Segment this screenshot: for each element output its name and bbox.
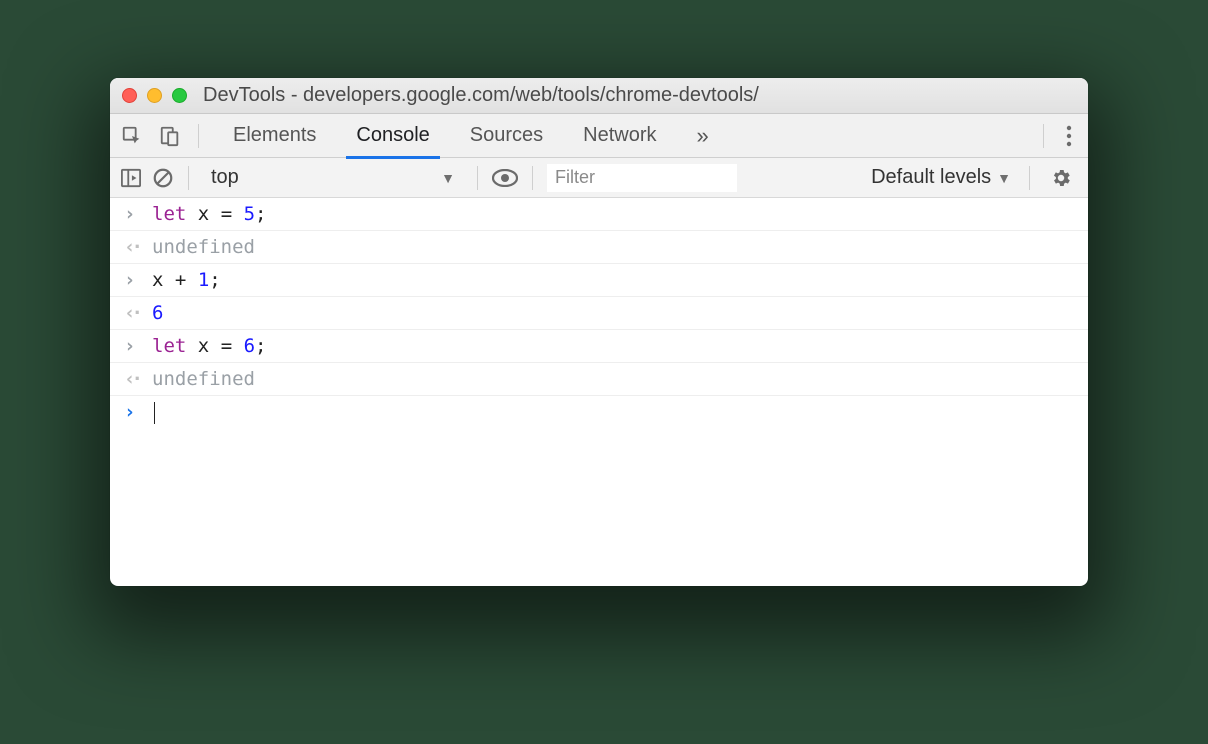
code-token: = (221, 203, 232, 225)
output-marker-icon: ‹· (124, 368, 142, 390)
code-token: let (152, 203, 186, 225)
input-marker-icon: › (124, 203, 142, 225)
log-levels-select[interactable]: Default levels ▼ (871, 166, 1011, 189)
console-input-code: x + 1; (152, 269, 221, 291)
zoom-window-button[interactable] (172, 88, 187, 103)
code-token: ; (255, 335, 266, 357)
inspect-element-icon[interactable] (118, 122, 146, 150)
code-token: ; (255, 203, 266, 225)
dropdown-triangle-icon: ▼ (441, 170, 455, 186)
console-output-row: ‹· 6 (110, 297, 1088, 330)
console-output-row: ‹· undefined (110, 363, 1088, 396)
console-result-value: 6 (152, 302, 163, 324)
console-input-code: let x = 6; (152, 335, 267, 357)
devtools-toolbar: ElementsConsoleSourcesNetwork » (110, 114, 1088, 158)
code-token: 1 (198, 269, 209, 291)
filter-input[interactable] (555, 167, 729, 188)
input-marker-icon: › (124, 269, 142, 291)
divider (1043, 124, 1044, 148)
console-output-value: undefined (152, 368, 255, 390)
code-token: 6 (244, 335, 255, 357)
code-token: ; (209, 269, 220, 291)
console-prompt-input[interactable] (152, 401, 155, 424)
tab-sources[interactable]: Sources (450, 114, 563, 158)
clear-console-icon[interactable] (152, 167, 174, 189)
console-input-row: › let x = 6; (110, 330, 1088, 363)
code-token (209, 203, 220, 225)
divider (532, 166, 533, 190)
console-output[interactable]: › let x = 5; ‹· undefined › x + 1; ‹· 6 › let x =… (110, 198, 1088, 586)
live-expression-icon[interactable] (492, 169, 518, 187)
console-result-value: undefined (152, 236, 255, 258)
output-marker-icon: ‹· (124, 236, 142, 258)
settings-menu-button[interactable] (1058, 125, 1080, 147)
code-token (163, 269, 174, 291)
log-levels-label: Default levels (871, 166, 991, 189)
console-result-value: undefined (152, 368, 255, 390)
console-input-code: let x = 5; (152, 203, 267, 225)
code-token: 5 (244, 203, 255, 225)
code-token (232, 203, 243, 225)
code-token (186, 335, 197, 357)
code-token (209, 335, 220, 357)
console-input-row: › let x = 5; (110, 198, 1088, 231)
dropdown-triangle-icon: ▼ (997, 170, 1011, 186)
titlebar: DevTools - developers.google.com/web/too… (110, 78, 1088, 114)
toggle-sidebar-icon[interactable] (120, 168, 142, 188)
console-output-value: 6 (152, 302, 163, 324)
divider (198, 124, 199, 148)
tab-console[interactable]: Console (336, 114, 449, 158)
execution-context-select[interactable]: top ▼ (203, 166, 463, 189)
close-window-button[interactable] (122, 88, 137, 103)
prompt-marker-icon: › (124, 401, 142, 423)
input-marker-icon: › (124, 335, 142, 357)
code-token: x (198, 203, 209, 225)
console-prompt-row: › (110, 396, 1088, 429)
minimize-window-button[interactable] (147, 88, 162, 103)
console-settings-icon[interactable] (1044, 167, 1078, 189)
more-tabs-button[interactable]: » (687, 123, 719, 149)
divider (477, 166, 478, 190)
code-token (232, 335, 243, 357)
window-title: DevTools - developers.google.com/web/too… (203, 84, 1076, 107)
console-output-value: undefined (152, 236, 255, 258)
code-token (186, 203, 197, 225)
console-input-row: › x + 1; (110, 264, 1088, 297)
device-toolbar-icon[interactable] (156, 122, 184, 150)
execution-context-label: top (211, 166, 239, 189)
console-output-row: ‹· undefined (110, 231, 1088, 264)
code-token (186, 269, 197, 291)
tab-network[interactable]: Network (563, 114, 676, 158)
code-token: = (221, 335, 232, 357)
traffic-lights (122, 88, 187, 103)
divider (188, 166, 189, 190)
tab-elements[interactable]: Elements (213, 114, 336, 158)
output-marker-icon: ‹· (124, 302, 142, 324)
code-token: x (152, 269, 163, 291)
divider (1029, 166, 1030, 190)
filter-input-wrap (547, 164, 737, 192)
code-token: x (198, 335, 209, 357)
console-subtoolbar: top ▼ Default levels ▼ (110, 158, 1088, 198)
panel-tabs: ElementsConsoleSourcesNetwork (213, 114, 677, 158)
code-token: + (175, 269, 186, 291)
devtools-window: DevTools - developers.google.com/web/too… (110, 78, 1088, 586)
text-cursor (154, 402, 155, 424)
code-token: let (152, 335, 186, 357)
